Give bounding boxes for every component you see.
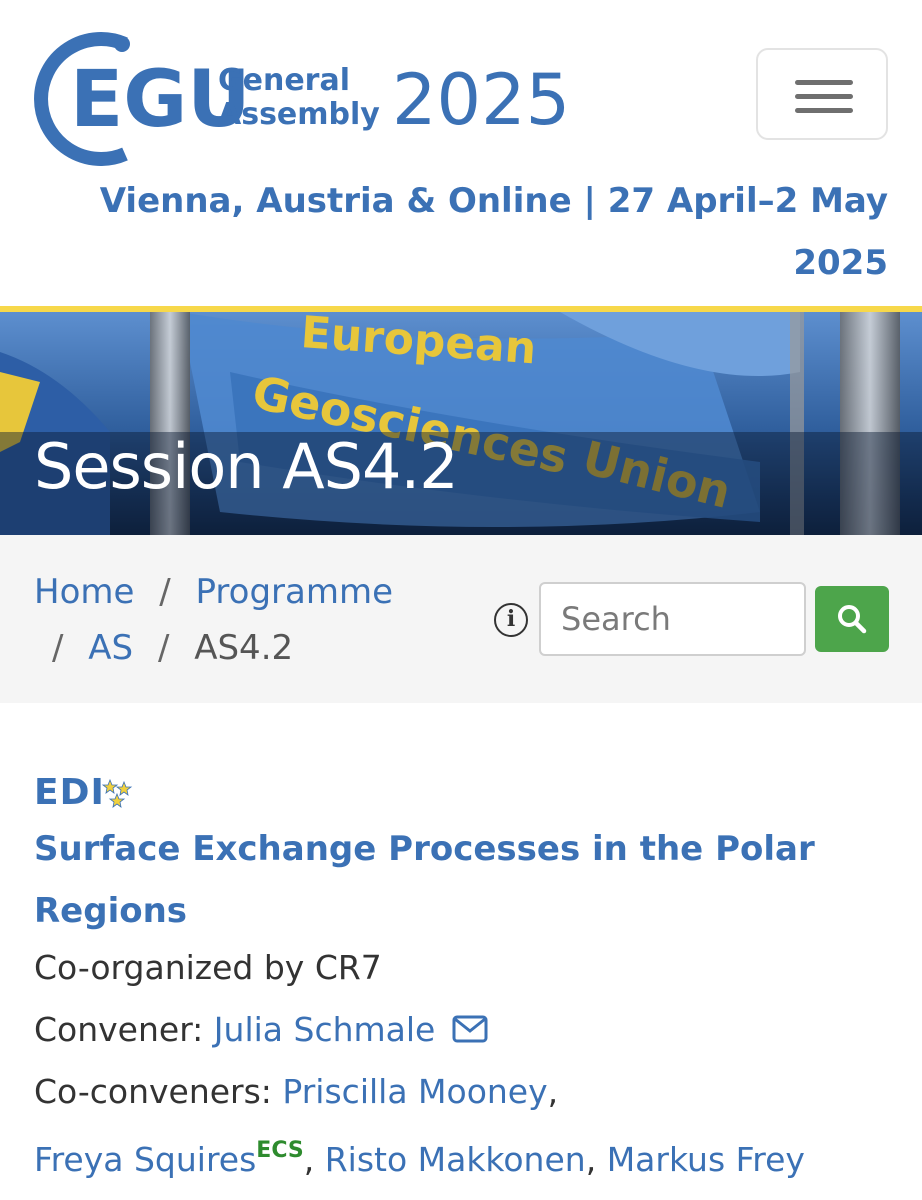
search-button[interactable] <box>815 586 889 652</box>
logo-assembly-text: Assembly <box>218 97 380 132</box>
breadcrumb-current: AS4.2 <box>194 628 294 668</box>
session-title: Surface Exchange Processes in the Polar … <box>34 818 834 942</box>
breadcrumb-separator: / <box>52 628 64 668</box>
breadcrumb-separator: / <box>157 628 170 668</box>
site-header: EGU General Assembly 2025 Vienna, Austri… <box>0 0 922 308</box>
search-input[interactable] <box>539 582 806 656</box>
breadcrumb: Home / Programme <box>34 572 393 612</box>
coconvener-link-1[interactable]: Priscilla Mooney <box>282 1072 547 1111</box>
coconveners-label: Co-conveners: <box>34 1072 283 1111</box>
edi-badge: EDI <box>34 772 105 813</box>
co-organized: Co-organized by CR7 <box>34 948 382 987</box>
session-title-line-1: Surface Exchange Processes in the Polar <box>34 829 815 869</box>
info-icon[interactable]: i <box>494 603 528 637</box>
comma: , <box>303 1140 325 1179</box>
convener-link[interactable]: Julia Schmale <box>214 1010 436 1049</box>
breadcrumb-separator: / <box>159 572 171 612</box>
page-title: Session AS4.2 <box>34 430 459 503</box>
hamburger-menu-button[interactable] <box>756 48 888 140</box>
convener-label: Convener: <box>34 1010 214 1049</box>
hamburger-line <box>795 108 853 113</box>
breadcrumb-home[interactable]: Home <box>34 572 134 612</box>
coconvener-link-2[interactable]: Freya Squires <box>34 1140 256 1179</box>
venue-line-1: Vienna, Austria & Online | 27 April–2 Ma… <box>99 181 888 221</box>
coconvener-link-3[interactable]: Risto Makkonen <box>325 1140 586 1179</box>
hamburger-menu-icon <box>795 80 853 85</box>
logo-year-text: 2025 <box>392 59 570 141</box>
edi-stars-icon <box>102 778 133 808</box>
logo-general-text: General <box>218 63 350 98</box>
convener-row: Convener: Julia Schmale <box>34 1010 488 1049</box>
breadcrumb-programme[interactable]: Programme <box>196 572 394 612</box>
coconveners-row-2: Freya SquiresECS, Risto Makkonen, Markus… <box>34 1138 805 1179</box>
breadcrumb-row-2: / AS / AS4.2 <box>52 628 293 668</box>
search-icon <box>838 605 867 634</box>
ecs-badge: ECS <box>256 1138 304 1163</box>
venue-dates: Vienna, Austria & Online | 27 April–2 Ma… <box>28 170 888 294</box>
comma: , <box>547 1072 559 1111</box>
hamburger-line <box>795 94 853 99</box>
mail-icon[interactable] <box>452 1015 488 1043</box>
coconvener-link-4[interactable]: Markus Frey <box>607 1140 805 1179</box>
venue-line-2: 2025 <box>793 243 888 283</box>
breadcrumb-as[interactable]: AS <box>88 628 133 668</box>
session-title-line-2: Regions <box>34 891 188 931</box>
egu-logo[interactable]: EGU General Assembly 2025 <box>30 26 590 166</box>
comma: , <box>585 1140 607 1179</box>
coconveners-row: Co-conveners: Priscilla Mooney, <box>34 1072 558 1111</box>
